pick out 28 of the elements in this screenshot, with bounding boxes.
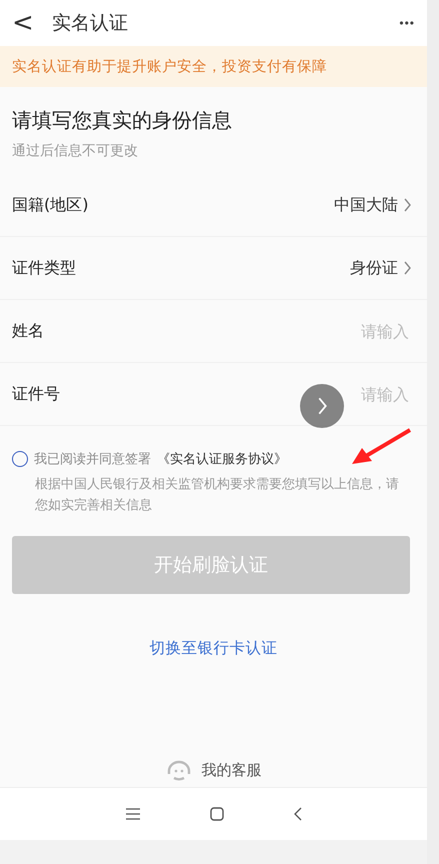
chevron-right-icon xyxy=(404,198,411,212)
home-icon[interactable] xyxy=(210,807,224,821)
chevron-right-icon xyxy=(318,397,326,415)
back-icon[interactable] xyxy=(294,807,302,821)
agreement-note: 根据中国人民银行及相关监管机构要求需要您填写以上信息，请您如实完善相关信息 xyxy=(35,476,400,515)
chevron-right-icon xyxy=(404,261,411,275)
menu-icon[interactable] xyxy=(126,808,140,820)
field-label: 证件类型 xyxy=(12,258,76,278)
form-heading: 请填写您真实的身份信息 xyxy=(12,107,233,134)
input-field[interactable]: 请输入 xyxy=(287,384,411,404)
select-field[interactable]: 身份证 xyxy=(350,258,411,278)
field-label: 证件号 xyxy=(12,384,60,404)
agreement-radio[interactable] xyxy=(12,451,28,467)
field-label: 国籍(地区) xyxy=(12,194,88,216)
form-subheading: 通过后信息不可更改 xyxy=(12,142,139,160)
page-title: 实名认证 xyxy=(52,11,129,36)
customer-service-link[interactable]: 我的客服 xyxy=(202,760,262,780)
field-label: 姓名 xyxy=(12,320,44,342)
notice-banner: 实名认证有助于提升账户安全，投资支付有保障 xyxy=(0,46,427,87)
back-button[interactable]: < xyxy=(12,8,34,38)
bank-card-link[interactable]: 切换至银行卡认证 xyxy=(150,638,278,659)
more-button[interactable]: ••• xyxy=(399,16,415,30)
arrow-drawing xyxy=(350,428,412,466)
agreement-text: 我已阅读并同意签署 xyxy=(34,451,151,468)
select-field[interactable]: 中国大陆 xyxy=(334,194,411,216)
headset-icon xyxy=(166,759,192,781)
input-field[interactable]: 请输入 xyxy=(287,320,411,342)
agreement-link[interactable]: 《实名认证服务协议》 xyxy=(157,450,287,468)
